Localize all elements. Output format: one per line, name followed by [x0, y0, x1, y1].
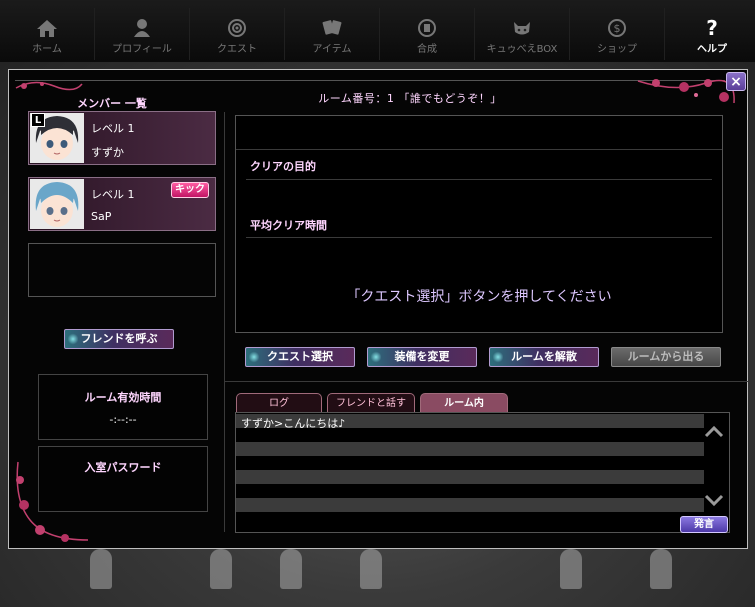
button-sparkle-icon	[68, 333, 78, 345]
room-time-value: -:--:--	[109, 413, 137, 426]
background-figure	[360, 549, 382, 589]
chat-empty-row	[236, 484, 704, 498]
dissolve-room-button[interactable]: ルームを解散	[489, 347, 599, 367]
avatar	[30, 179, 84, 229]
select-quest-button[interactable]: クエスト選択	[245, 347, 355, 367]
nav-quest[interactable]: クエスト	[190, 8, 285, 60]
top-navigation-bar: ホーム プロフィール クエスト アイテム 合成 キュゥべえBOX $ ショップ …	[0, 0, 755, 63]
room-title: ルーム番号：1 「誰でもどうぞ！」	[318, 92, 502, 105]
change-equipment-label: 装備を変更	[394, 350, 450, 363]
chat-section-divider	[224, 381, 748, 382]
chat-empty-row	[236, 456, 704, 470]
background-figure	[650, 549, 672, 589]
chat-empty-row	[236, 498, 704, 512]
svg-text:$: $	[614, 22, 621, 35]
nav-help[interactable]: ? ヘルプ	[665, 8, 755, 60]
nav-item-label: アイテム	[312, 44, 352, 55]
button-sparkle-icon	[249, 351, 259, 363]
cards-icon	[322, 20, 342, 35]
nav-profile-label: プロフィール	[112, 44, 172, 55]
tab-log[interactable]: ログ	[236, 393, 322, 413]
quest-info-panel: クリアの目的 平均クリア時間 「クエスト選択」ボタンを押してください	[235, 115, 723, 333]
leave-room-button[interactable]: ルームから出る	[611, 347, 721, 367]
quest-select-prompt: 「クエスト選択」ボタンを押してください	[346, 289, 612, 305]
divider	[236, 149, 722, 150]
nav-quest-label: クエスト	[217, 44, 257, 55]
button-sparkle-icon	[493, 351, 503, 363]
nav-home[interactable]: ホーム	[0, 8, 95, 60]
nav-shop[interactable]: $ ショップ	[570, 8, 665, 60]
scroll-up-icon[interactable]	[700, 422, 728, 442]
floral-ornament-top-right	[637, 79, 735, 104]
chat-log[interactable]: すずか>こんにちは♪	[235, 412, 730, 533]
send-message-button[interactable]: 発言	[680, 516, 728, 533]
chat-empty-row	[236, 512, 704, 526]
member-level: レベル 1	[91, 122, 135, 135]
call-friend-button[interactable]: フレンドを呼ぶ	[64, 329, 174, 349]
leave-room-label: ルームから出る	[627, 350, 705, 363]
button-sparkle-icon	[371, 351, 381, 363]
room-password-title: 入室パスワード	[84, 461, 162, 474]
chat-empty-row	[236, 442, 704, 456]
clear-goal-label: クリアの目的	[250, 160, 316, 173]
chat-empty-row	[236, 428, 704, 442]
divider	[246, 179, 712, 180]
kick-button[interactable]: キック	[171, 182, 209, 198]
question-icon: ?	[706, 16, 718, 40]
nav-shop-label: ショップ	[597, 44, 637, 55]
background-figure	[210, 549, 232, 589]
background-figure	[560, 549, 582, 589]
nav-compose[interactable]: 合成	[380, 8, 475, 60]
select-quest-label: クエスト選択	[267, 350, 333, 363]
divider	[246, 237, 712, 238]
background-figure	[280, 549, 302, 589]
avg-clear-time-label: 平均クリア時間	[250, 219, 327, 232]
scroll-down-icon[interactable]	[700, 490, 728, 510]
room-password-box[interactable]: 入室パスワード	[38, 446, 208, 512]
kyubey-icon	[514, 22, 530, 35]
dialog-top-divider	[15, 80, 725, 81]
empty-member-slot	[28, 243, 216, 297]
background-figure	[90, 549, 112, 589]
person-icon	[134, 19, 150, 37]
nav-kyubey-box[interactable]: キュゥべえBOX	[475, 8, 570, 60]
member-level: レベル 1	[91, 188, 135, 201]
leader-badge: L	[31, 113, 45, 127]
target-icon	[228, 19, 246, 37]
close-button[interactable]: ×	[726, 72, 746, 91]
room-time-box: ルーム有効時間 -:--:--	[38, 374, 208, 440]
avatar-image-sap	[30, 179, 84, 229]
member-name: SaP	[91, 210, 112, 223]
tab-in-room[interactable]: ルーム内	[420, 393, 508, 413]
member-list-header: メンバー 一覧	[77, 97, 147, 110]
dissolve-room-label: ルームを解散	[511, 350, 577, 363]
nav-kyubey-label: キュゥべえBOX	[486, 44, 558, 55]
member-card-leader[interactable]: L レベル 1 すずか	[28, 111, 216, 165]
nav-home-label: ホーム	[32, 44, 62, 55]
home-icon	[37, 20, 57, 37]
tab-talk-friend[interactable]: フレンドと話す	[327, 393, 415, 413]
member-name: すずか	[91, 146, 124, 159]
nav-item[interactable]: アイテム	[285, 8, 380, 60]
nav-help-label: ヘルプ	[697, 44, 727, 55]
coin-icon: $	[608, 19, 626, 37]
column-divider	[224, 112, 225, 532]
member-card-2[interactable]: レベル 1 キック SaP	[28, 177, 216, 231]
chat-empty-row	[236, 470, 704, 484]
call-friend-label: フレンドを呼ぶ	[80, 332, 158, 345]
change-equipment-button[interactable]: 装備を変更	[367, 347, 477, 367]
gem-icon	[418, 19, 436, 37]
nav-profile[interactable]: プロフィール	[95, 8, 190, 60]
room-time-title: ルーム有効時間	[84, 391, 162, 404]
chat-message-row: すずか>こんにちは♪	[236, 414, 704, 430]
nav-compose-label: 合成	[417, 44, 437, 55]
